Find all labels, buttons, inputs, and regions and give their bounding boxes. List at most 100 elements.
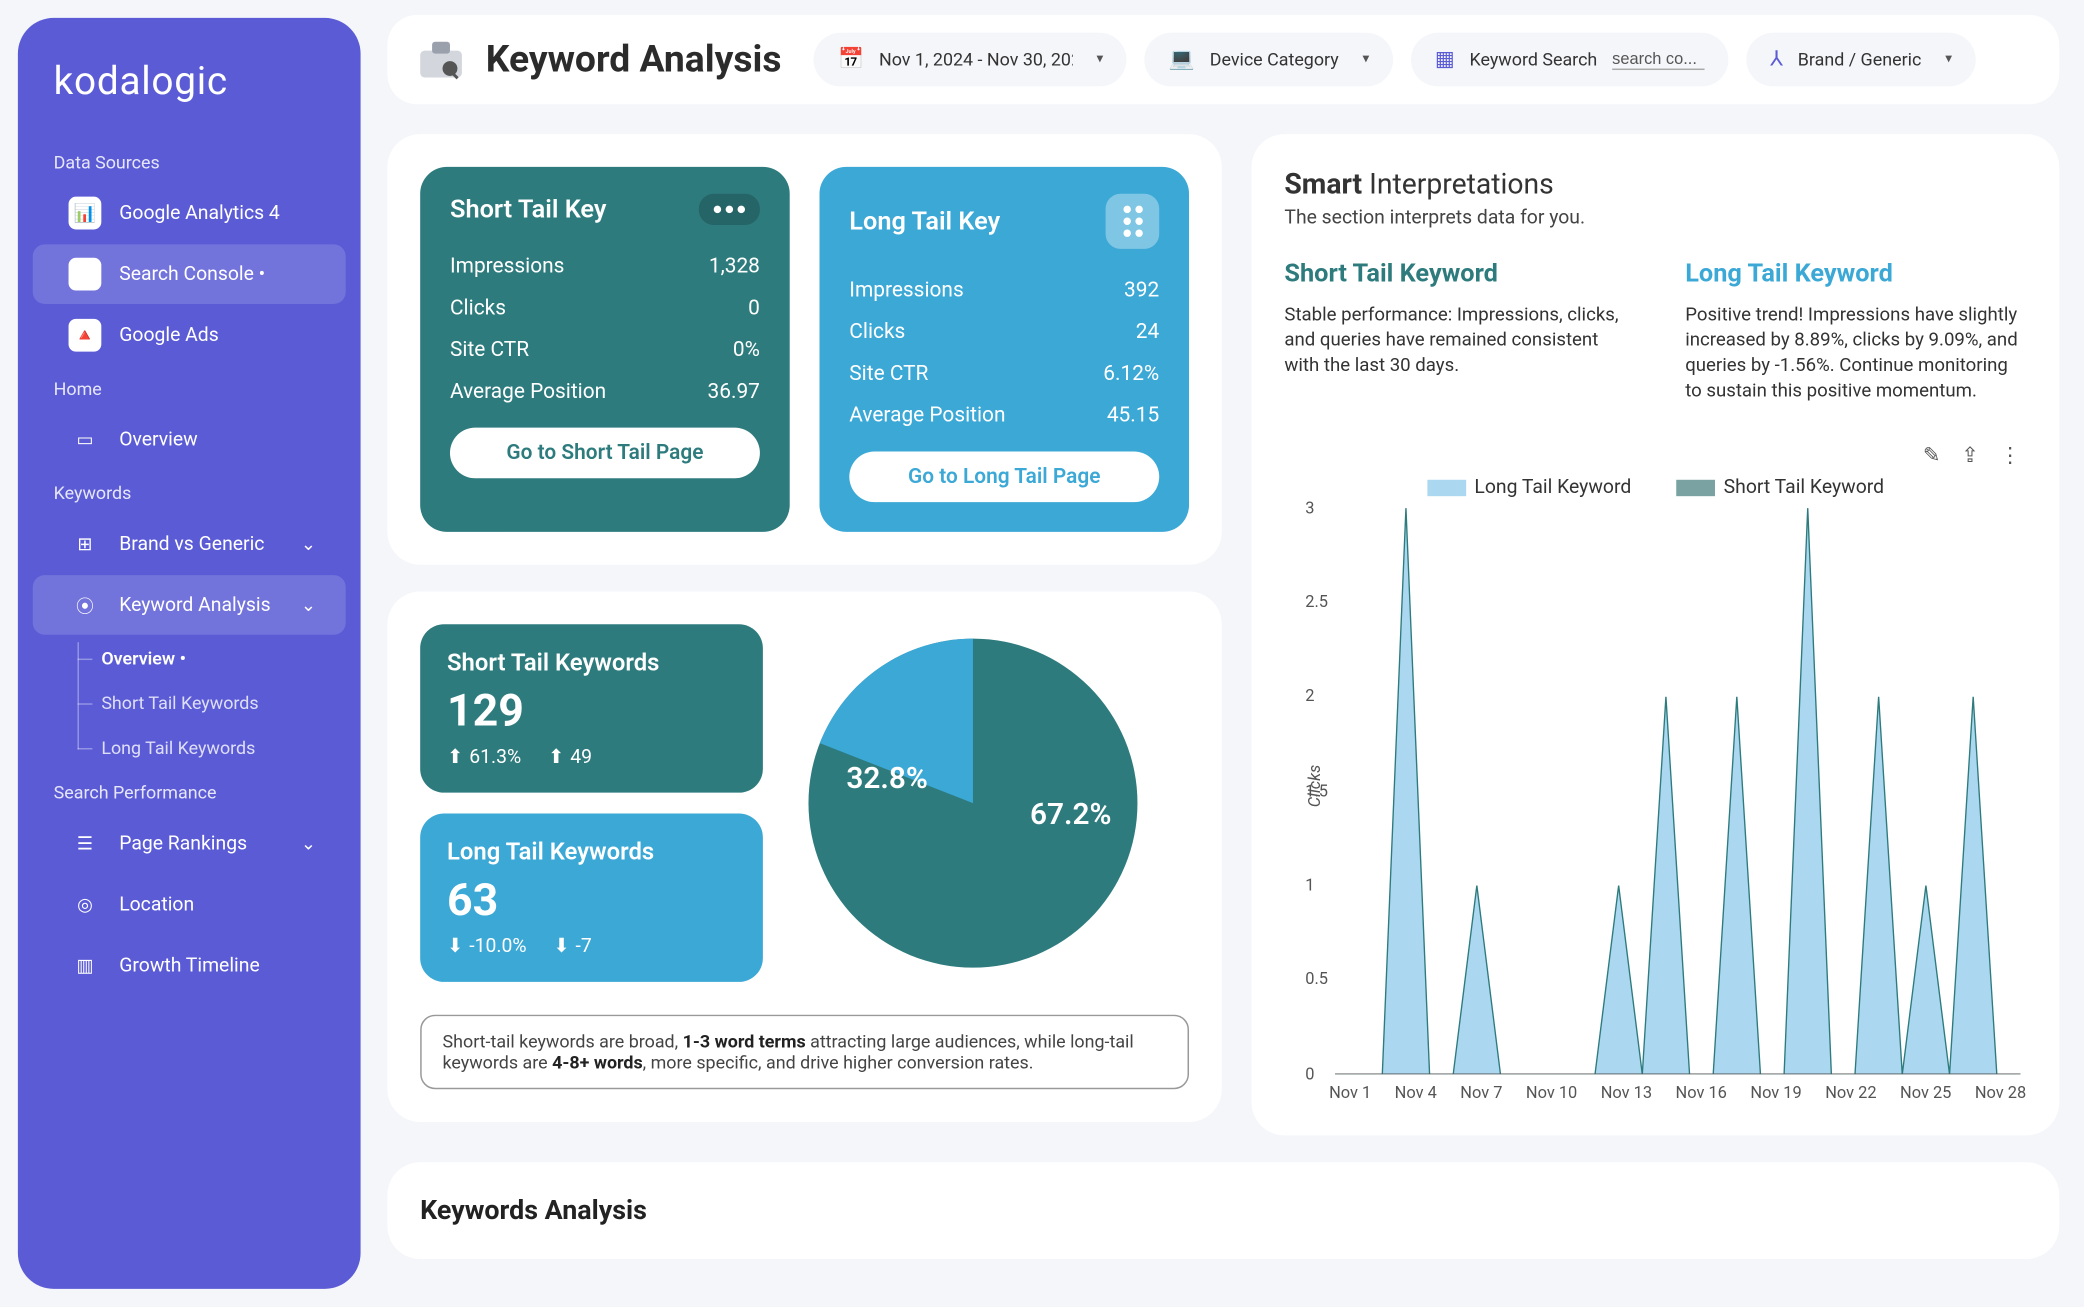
y-tick: 1.5 bbox=[1305, 781, 1328, 800]
clicks-chart: Clicks 00.511.522.53 bbox=[1335, 507, 2020, 1073]
nav-google-ads[interactable]: 🔺 Google Ads bbox=[33, 305, 346, 365]
nav-brand-vs-generic[interactable]: ⊞ Brand vs Generic ⌄ bbox=[33, 514, 346, 574]
edit-icon[interactable]: ✎ bbox=[1923, 443, 1940, 467]
keyword-search-filter[interactable]: ▦ Keyword Search bbox=[1411, 33, 1728, 87]
metric-label: Clicks bbox=[450, 297, 506, 321]
nav-label: Keyword Analysis bbox=[119, 594, 270, 616]
metric-value: 392 bbox=[1124, 279, 1159, 303]
metric-tiles-card: Short Tail Key Impressions1,328 Clicks 0 Si… bbox=[387, 134, 1221, 565]
smart-title: Smart Interpretations bbox=[1284, 167, 2026, 201]
keyword-pie-chart: 32.8% 67.2% bbox=[802, 632, 1145, 975]
arrow-down-icon: ⬇ bbox=[553, 936, 569, 958]
smart-subtitle: The section interprets data for you. bbox=[1284, 207, 2026, 229]
nav-label: Brand vs Generic bbox=[119, 533, 264, 555]
metric-row: Site CTR0% bbox=[450, 329, 760, 371]
device-label: Device Category bbox=[1210, 49, 1339, 70]
x-tick: Nov 10 bbox=[1526, 1082, 1577, 1101]
export-icon[interactable]: ⇪ bbox=[1961, 443, 1978, 467]
device-category-filter[interactable]: 💻 Device Category ▾ bbox=[1145, 33, 1393, 87]
y-tick: 0 bbox=[1305, 1064, 1314, 1083]
brand-generic-filter[interactable]: ⅄ Brand / Generic ▾ bbox=[1746, 33, 1976, 87]
subnav-overview[interactable]: Overview • bbox=[18, 636, 361, 681]
keyword-search-input[interactable] bbox=[1612, 50, 1704, 69]
page-title: Keyword Analysis bbox=[486, 38, 782, 81]
x-tick: Nov 25 bbox=[1900, 1082, 1951, 1101]
tile-menu-button[interactable] bbox=[699, 194, 760, 225]
tile-drag-handle[interactable] bbox=[1106, 194, 1160, 249]
nav-label: Google Analytics 4 bbox=[119, 202, 280, 224]
more-icon[interactable]: ⋮ bbox=[2000, 443, 2021, 467]
y-tick: 2.5 bbox=[1305, 592, 1328, 611]
y-tick: 1 bbox=[1305, 875, 1314, 894]
nav-label: Page Rankings bbox=[119, 832, 247, 854]
keyword-search-label: Keyword Search bbox=[1469, 49, 1597, 70]
date-range-picker[interactable]: 📅 Nov 1, 2024 - Nov 30, 2024 ▾ bbox=[814, 33, 1127, 87]
metric-row: Clicks24 bbox=[849, 311, 1159, 353]
keyword-note: Short-tail keywords are broad, 1-3 word … bbox=[420, 1015, 1189, 1090]
x-tick: Nov 4 bbox=[1395, 1082, 1437, 1101]
metric-label: Site CTR bbox=[450, 338, 529, 362]
dropdown-icon: ▾ bbox=[1945, 52, 1952, 67]
topbar: Keyword Analysis 📅 Nov 1, 2024 - Nov 30,… bbox=[387, 15, 2059, 104]
chevron-down-icon: ⌄ bbox=[301, 595, 316, 616]
chevron-down-icon: ⌄ bbox=[301, 533, 316, 554]
y-tick: 3 bbox=[1305, 498, 1314, 517]
metric-row: Clicks 0 bbox=[450, 288, 760, 330]
compare-icon: ⊞ bbox=[69, 527, 102, 560]
metric-label: Impressions bbox=[450, 255, 564, 279]
metric-label: Impressions bbox=[849, 279, 963, 303]
kw-value: 63 bbox=[447, 875, 736, 927]
section-data-sources: Data Sources bbox=[18, 140, 361, 182]
nav-page-rankings[interactable]: ☰ Page Rankings ⌄ bbox=[33, 814, 346, 874]
short-tail-count-box: Short Tail Keywords 129 ⬆61.3% ⬆49 bbox=[420, 624, 763, 792]
long-tail-tile: Long Tail Key Impressions392Clicks24Site… bbox=[820, 167, 1190, 532]
metric-row: Impressions1,328 bbox=[450, 246, 760, 288]
x-tick: Nov 22 bbox=[1825, 1082, 1876, 1101]
nav-keyword-analysis[interactable]: ⦿ Keyword Analysis ⌄ bbox=[33, 575, 346, 635]
x-tick: Nov 1 bbox=[1329, 1082, 1371, 1101]
nav-label: Google Ads bbox=[119, 324, 219, 346]
long-interp-head: Long Tail Keyword bbox=[1685, 259, 2026, 289]
keywords-analysis-card: Keywords Analysis bbox=[387, 1162, 2059, 1259]
nav-location[interactable]: ◎ Location bbox=[33, 875, 346, 935]
long-tail-count-box: Long Tail Keywords 63 ⬇-10.0% ⬇-7 bbox=[420, 814, 763, 982]
metric-label: Clicks bbox=[849, 320, 905, 344]
subnav-long-tail[interactable]: Long Tail Keywords bbox=[18, 726, 361, 771]
kw-label: Long Tail Keywords bbox=[447, 837, 736, 865]
tile-title: Short Tail Key bbox=[450, 194, 607, 224]
list-icon: ☰ bbox=[69, 827, 102, 860]
kw-abs-delta: ⬇-7 bbox=[553, 936, 591, 958]
metric-row: Impressions 392 bbox=[849, 270, 1159, 312]
subnav-short-tail[interactable]: Short Tail Keywords bbox=[18, 681, 361, 726]
metric-value: 0 bbox=[748, 297, 760, 321]
short-interp-head: Short Tail Keyword bbox=[1284, 259, 1625, 289]
arrow-up-icon: ⬆ bbox=[548, 746, 564, 768]
device-icon: 💻 bbox=[1169, 48, 1195, 72]
go-long-tail-button[interactable]: Go to Long Tail Page bbox=[849, 451, 1159, 502]
y-tick: 2 bbox=[1305, 686, 1314, 705]
nav-label: Growth Timeline bbox=[119, 954, 260, 976]
arrow-down-icon: ⬇ bbox=[447, 936, 463, 958]
go-short-tail-button[interactable]: Go to Short Tail Page bbox=[450, 428, 760, 479]
kw-pct-delta: ⬆61.3% bbox=[447, 746, 521, 768]
metric-label: Site CTR bbox=[849, 362, 928, 386]
analytics-icon: 📊 bbox=[69, 197, 102, 230]
kw-label: Short Tail Keywords bbox=[447, 648, 736, 676]
nav-label: Location bbox=[119, 893, 194, 915]
overview-icon: ▭ bbox=[69, 423, 102, 456]
dropdown-icon: ▾ bbox=[1097, 52, 1104, 67]
nav-search-console[interactable]: ▦ Search Console • bbox=[33, 244, 346, 304]
metric-row: Average Position36.97 bbox=[450, 371, 760, 413]
x-tick: Nov 16 bbox=[1676, 1082, 1727, 1101]
kw-value: 129 bbox=[447, 685, 736, 737]
nav-google-analytics[interactable]: 📊 Google Analytics 4 bbox=[33, 183, 346, 243]
metric-label: Average Position bbox=[849, 404, 1005, 428]
date-range-label: Nov 1, 2024 - Nov 30, 2024 bbox=[879, 49, 1073, 70]
chart-legend: Long Tail Keyword Short Tail Keyword bbox=[1284, 476, 2026, 498]
legend-swatch-short bbox=[1676, 479, 1715, 495]
location-icon: ◎ bbox=[69, 888, 102, 921]
x-tick: Nov 28 bbox=[1975, 1082, 2026, 1101]
nav-overview[interactable]: ▭ Overview bbox=[33, 410, 346, 470]
grid-icon: ▦ bbox=[1435, 48, 1455, 72]
nav-growth-timeline[interactable]: ▥ Growth Timeline bbox=[33, 936, 346, 996]
